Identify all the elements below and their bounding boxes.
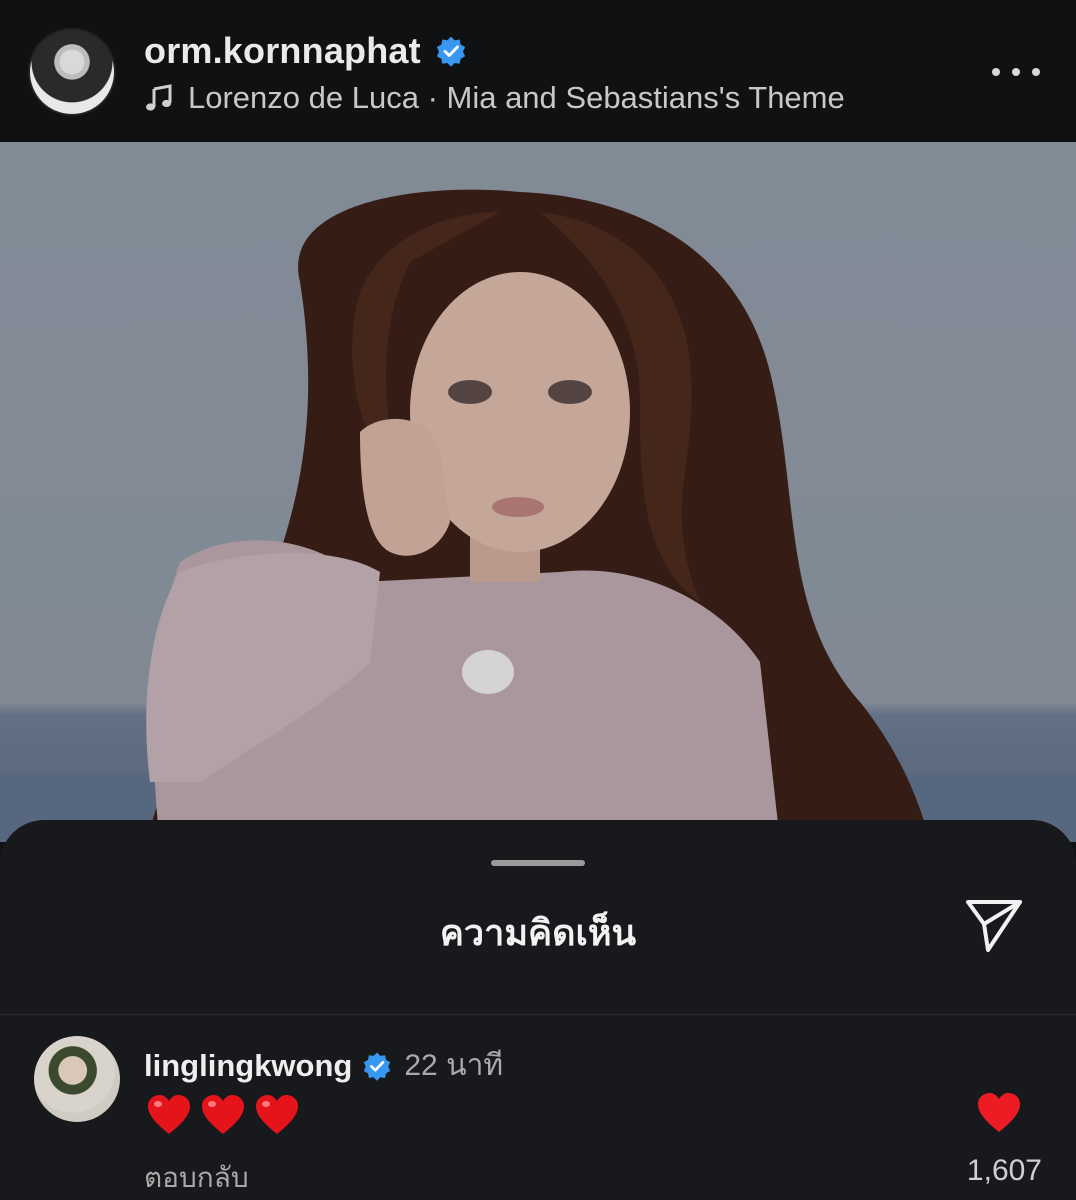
sheet-grabber[interactable]	[491, 860, 585, 866]
verified-badge-icon	[364, 1052, 391, 1081]
music-note-icon	[146, 84, 172, 111]
sheet-title: ความคิดเห็น	[439, 912, 637, 953]
comments-sheet: ความคิดเห็น linglingkwong 22 นาที ตอบกลั…	[0, 820, 1076, 1200]
author-avatar[interactable]	[28, 28, 116, 116]
author-row: orm.kornnaphat	[144, 30, 467, 72]
author-username[interactable]: orm.kornnaphat	[144, 30, 421, 72]
comment-timestamp: 22 นาที	[404, 1049, 504, 1082]
reply-button[interactable]: ตอบกลับ	[144, 1156, 249, 1200]
app-frame: orm.kornnaphat Lorenzo de Luca · Mia and…	[0, 0, 1076, 1200]
red-heart-emoji-icon	[148, 1095, 190, 1134]
post-header: orm.kornnaphat Lorenzo de Luca · Mia and…	[0, 0, 1076, 142]
music-track-label: Lorenzo de Luca · Mia and Sebastians's T…	[188, 80, 845, 115]
comment-item: linglingkwong 22 นาที ตอบกลับ 1,607	[0, 1016, 1076, 1200]
more-options-icon[interactable]	[992, 52, 1040, 92]
dot	[1032, 68, 1040, 76]
photo-overlay	[0, 142, 1076, 842]
divider	[0, 1014, 1076, 1015]
commenter-avatar[interactable]	[34, 1036, 120, 1122]
like-count: 1,607	[966, 1154, 1042, 1187]
commenter-username[interactable]: linglingkwong	[144, 1048, 352, 1084]
verified-badge-icon	[436, 36, 465, 67]
music-row[interactable]: Lorenzo de Luca · Mia and Sebastians's T…	[144, 80, 845, 116]
dot	[1012, 68, 1020, 76]
red-heart-emoji-icon	[202, 1095, 244, 1134]
comment-header: linglingkwong 22 นาที	[144, 1042, 503, 1089]
red-heart-emoji-icon	[256, 1095, 298, 1134]
paper-plane-icon[interactable]	[962, 896, 1026, 956]
post-photo[interactable]	[0, 142, 1076, 842]
comment-body	[146, 1094, 300, 1136]
like-heart-icon[interactable]	[976, 1092, 1022, 1134]
dot	[992, 68, 1000, 76]
